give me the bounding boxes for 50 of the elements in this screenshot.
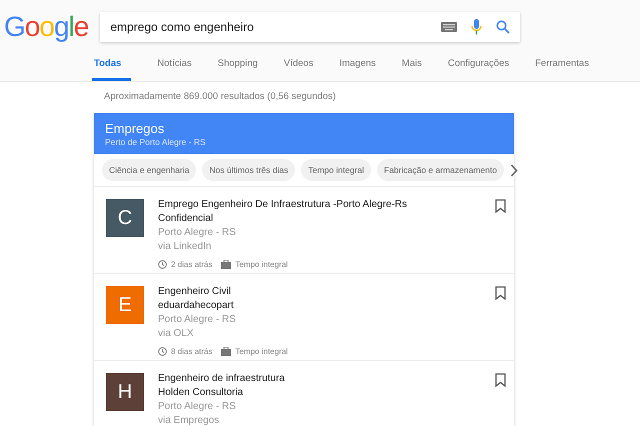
nav-tab[interactable]: Configurações — [448, 50, 510, 81]
clock-icon — [158, 260, 167, 269]
job-location: Porto Alegre - RS — [158, 314, 237, 326]
job-title: Emprego Engenheiro De Infraestrutura -Porto Alegre-Rs — [158, 199, 408, 211]
company-avatar: E — [106, 286, 144, 324]
job-title: Engenheiro de infraestrutura — [158, 373, 286, 385]
result-stats: Aproximadamente 869.000 resultados (0,56 segundos) — [104, 91, 337, 102]
card-title: Empregos — [105, 121, 166, 136]
briefcase-icon — [221, 260, 232, 269]
company-avatar: H — [106, 373, 144, 411]
briefcase-icon — [221, 347, 232, 356]
nav-tab[interactable]: Notícias — [157, 50, 192, 81]
job-type: Tempo integral — [235, 347, 288, 356]
job-listing[interactable]: E Engenheiro Civil eduardahecopart Porto Alegre - RS via OLX 8 dias atrás Tempo integral — [94, 274, 514, 361]
job-title: Engenheiro Civil — [158, 286, 232, 298]
job-location: Porto Alegre - RS — [158, 401, 237, 413]
bookmark-icon[interactable] — [495, 373, 506, 387]
job-source: via LinkedIn — [158, 241, 212, 253]
company-name: Holden Consultoria — [158, 387, 244, 399]
bookmark-icon[interactable] — [495, 199, 506, 213]
company-avatar: C — [106, 199, 144, 237]
nav-tab[interactable]: Imagens — [339, 50, 376, 81]
company-name: eduardahecopart — [158, 300, 235, 312]
microphone-icon[interactable] — [471, 19, 482, 35]
nav-tab[interactable]: Ferramentas — [535, 50, 589, 81]
bookmark-icon[interactable] — [495, 286, 506, 300]
job-listing[interactable]: H Engenheiro de infraestrutura Holden Consultoria Porto Alegre - RS via Empregos — [94, 361, 514, 426]
search-icon[interactable] — [496, 20, 510, 34]
job-listing[interactable]: C Emprego Engenheiro De Infraestrutura -Porto Alegre-Rs Confidencial Porto Alegre - RS via LinkedIn 2 dias atrás Tempo integral — [94, 187, 514, 274]
chevron-right-icon[interactable] — [510, 164, 518, 176]
filter-chip[interactable]: Ciência e engenharia — [102, 159, 196, 181]
posted-time: 8 dias atrás — [171, 347, 212, 356]
posted-time: 2 dias atrás — [171, 260, 212, 269]
search-field[interactable]: emprego como engenheiro — [100, 12, 520, 42]
card-subtitle: Perto de Porto Alegre - RS — [105, 137, 207, 147]
nav-tab[interactable]: Todas — [92, 50, 132, 81]
filter-chip[interactable]: Fabricação e armazenamento — [377, 159, 504, 181]
job-source: via OLX — [158, 328, 195, 340]
job-location: Porto Alegre - RS — [158, 227, 237, 239]
logo[interactable]: Google — [4, 10, 90, 44]
nav-tab[interactable]: Mais — [402, 50, 422, 81]
clock-icon — [158, 347, 167, 356]
keyboard-icon[interactable] — [441, 22, 458, 32]
job-source: via Empregos — [158, 415, 220, 426]
filter-chip[interactable]: Tempo integral — [301, 159, 371, 181]
filter-chip[interactable]: Nos últimos três dias — [202, 159, 296, 181]
nav-tab[interactable]: Vídeos — [284, 50, 314, 81]
job-type: Tempo integral — [235, 260, 288, 269]
nav-tab[interactable]: Shopping — [218, 50, 258, 81]
company-name: Confidencial — [158, 213, 214, 225]
